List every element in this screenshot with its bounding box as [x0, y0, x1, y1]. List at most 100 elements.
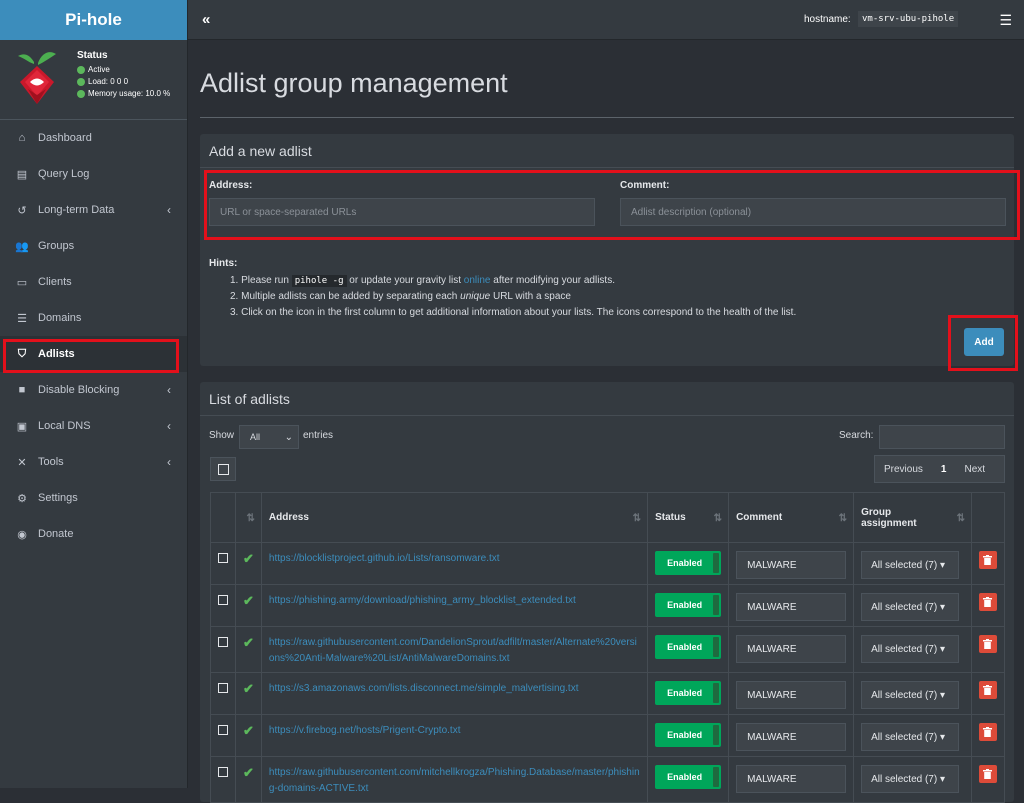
history-icon: ↺ [17, 204, 27, 217]
hostname-value: vm-srv-ubu-pihole [858, 11, 959, 27]
select-all-button[interactable] [210, 457, 236, 481]
hint-3: 3. Click on the icon in the first column… [230, 307, 797, 318]
sort-icon: ⇅ [632, 513, 642, 524]
pihole-logo-icon [18, 52, 56, 104]
entries-label: entries [303, 430, 334, 441]
sort-icon: ⇅ [956, 513, 965, 524]
comment-field[interactable]: MALWARE [736, 723, 847, 751]
comment-field[interactable]: MALWARE [736, 593, 847, 621]
status-toggle[interactable]: Enabled [655, 765, 722, 789]
next-page-button[interactable]: Next [955, 464, 994, 475]
check-icon[interactable]: ✔ [243, 635, 254, 650]
adlist-address-link[interactable]: https://blocklistproject.github.io/Lists… [269, 551, 640, 567]
collapse-sidebar-button[interactable]: « [202, 11, 210, 28]
delete-button[interactable] [978, 551, 997, 569]
status-toggle[interactable]: Enabled [655, 593, 722, 617]
comment-field[interactable]: MALWARE [736, 551, 847, 579]
sidebar-item-settings[interactable]: ⚙ Settings [0, 480, 187, 516]
adlist-address-link[interactable]: https://v.firebog.net/hosts/Prigent-Cryp… [269, 723, 640, 739]
search-input[interactable] [879, 425, 1005, 449]
group-select[interactable]: All selected (7) ▾ [861, 593, 960, 621]
table-row: ✔ https://s3.amazonaws.com/lists.disconne… [210, 672, 1006, 715]
hamburger-menu-icon[interactable]: ☰ [999, 12, 1012, 29]
trash-icon [983, 597, 993, 607]
row-checkbox[interactable] [218, 767, 228, 777]
row-checkbox[interactable] [218, 595, 228, 605]
sidebar-item-label: Long-term Data [38, 204, 115, 216]
col-address[interactable]: Address ⇅ [260, 492, 649, 543]
home-icon: ⌂ [18, 132, 26, 144]
row-checkbox[interactable] [218, 637, 228, 647]
group-select[interactable]: All selected (7) ▾ [861, 765, 960, 793]
status-toggle[interactable]: Enabled [655, 681, 722, 705]
online-link[interactable]: online [464, 275, 491, 286]
adlist-address-link[interactable]: https://phishing.army/download/phishing_… [269, 593, 640, 609]
previous-page-button[interactable]: Previous [875, 464, 932, 475]
stop-icon: ■ [18, 384, 26, 396]
col-health[interactable]: ⇅ [235, 492, 262, 543]
status-toggle[interactable]: Enabled [655, 723, 722, 747]
hint-2: 2. Multiple adlists can be added by sepa… [230, 291, 571, 302]
show-label: Show [209, 430, 235, 441]
col-comment[interactable]: Comment ⇅ [728, 492, 855, 543]
sidebar-item-local-dns[interactable]: ▣ Local DNS ‹ [0, 408, 187, 444]
col-group[interactable]: Group assignment ⇅ [853, 492, 972, 543]
trash-icon [983, 639, 993, 649]
delete-button[interactable] [978, 765, 997, 783]
sidebar-item-disable-blocking[interactable]: ■ Disable Blocking ‹ [0, 372, 187, 408]
group-select[interactable]: All selected (7) ▾ [861, 723, 960, 751]
col-status[interactable]: Status ⇅ [647, 492, 730, 543]
col-select [210, 492, 236, 543]
sort-icon: ⇅ [713, 513, 723, 524]
adlist-address-link[interactable]: https://s3.amazonaws.com/lists.disconnec… [269, 681, 640, 697]
comment-field[interactable]: MALWARE [736, 635, 847, 663]
group-select[interactable]: All selected (7) ▾ [861, 635, 960, 663]
delete-button[interactable] [978, 635, 997, 653]
check-icon[interactable]: ✔ [243, 593, 254, 608]
sidebar-item-donate[interactable]: ◉ Donate [0, 516, 187, 552]
check-icon[interactable]: ✔ [243, 681, 254, 696]
sidebar-item-label: Local DNS [38, 420, 91, 432]
highlight-fields [204, 170, 1020, 240]
memory-dot-icon [77, 89, 85, 98]
pihole-command: pihole -g [291, 275, 347, 287]
sidebar-item-query-log[interactable]: ▤ Query Log [0, 156, 187, 192]
row-checkbox[interactable] [218, 725, 228, 735]
group-select[interactable]: All selected (7) ▾ [861, 551, 960, 579]
sidebar-item-label: Disable Blocking [38, 384, 120, 396]
chevron-left-icon: ‹ [167, 203, 171, 217]
sidebar-item-tools[interactable]: ✕ Tools ‹ [0, 444, 187, 480]
status-toggle[interactable]: Enabled [655, 551, 722, 575]
sidebar-item-dashboard[interactable]: ⌂ Dashboard [0, 120, 187, 156]
current-page[interactable]: 1 [932, 464, 956, 475]
sidebar-item-groups[interactable]: 👥 Groups [0, 228, 187, 264]
delete-button[interactable] [978, 681, 997, 699]
adlist-table: ⇅ Address ⇅ Status ⇅ Comment ⇅ Group assign… [210, 492, 1006, 803]
sidebar-item-clients[interactable]: ▭ Clients [0, 264, 187, 300]
comment-field[interactable]: MALWARE [736, 681, 847, 709]
sidebar-item-label: Donate [38, 528, 74, 540]
sidebar-item-domains[interactable]: ☰ Domains [0, 300, 187, 336]
checkbox-icon [217, 463, 229, 475]
row-checkbox[interactable] [218, 553, 228, 563]
check-icon[interactable]: ✔ [243, 765, 254, 780]
brand-logo[interactable]: Pi-hole [0, 0, 187, 40]
check-icon[interactable]: ✔ [243, 551, 254, 566]
sidebar-item-long-term-data[interactable]: ↺ Long-term Data ‹ [0, 192, 187, 228]
delete-button[interactable] [978, 593, 997, 611]
check-icon[interactable]: ✔ [243, 723, 254, 738]
add-adlist-box: Add a new adlist Address: URL or space-s… [200, 134, 1020, 371]
status-dot-icon [77, 65, 85, 74]
address-book-icon: ▣ [16, 420, 28, 433]
adlist-address-link[interactable]: https://raw.githubusercontent.com/mitche… [269, 765, 640, 797]
donate-icon: ◉ [17, 528, 27, 541]
chevron-left-icon: ‹ [167, 383, 171, 397]
comment-field[interactable]: MALWARE [736, 765, 847, 793]
delete-button[interactable] [978, 723, 997, 741]
row-checkbox[interactable] [218, 683, 228, 693]
sidebar-item-label: Settings [38, 492, 78, 504]
entries-select[interactable]: All ⌄ [239, 425, 299, 449]
adlist-address-link[interactable]: https://raw.githubusercontent.com/Dandel… [269, 635, 640, 667]
group-select[interactable]: All selected (7) ▾ [861, 681, 960, 709]
status-toggle[interactable]: Enabled [655, 635, 722, 659]
